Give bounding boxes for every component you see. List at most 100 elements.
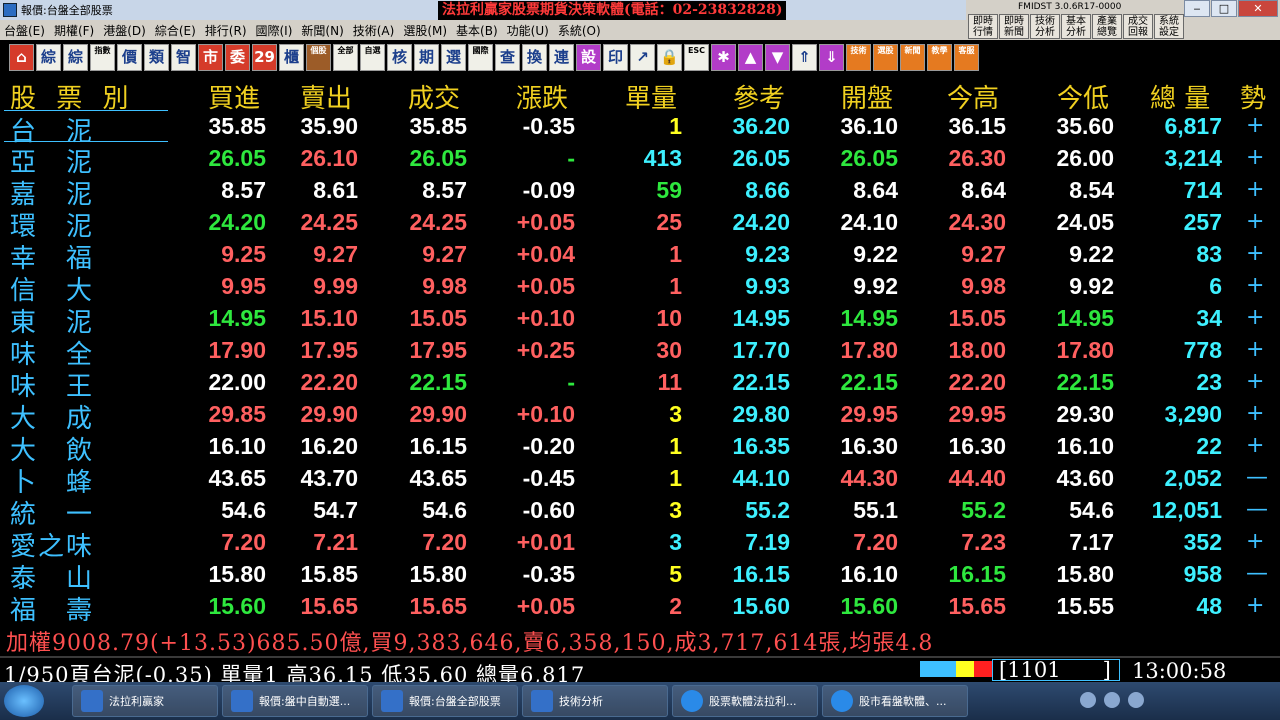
close-button[interactable]: ✕: [1238, 0, 1278, 17]
cell-open: 44.30: [840, 465, 898, 491]
page-down-icon[interactable]: ⇓: [819, 43, 844, 71]
taskbar-item[interactable]: 股票軟體法拉利...: [672, 685, 818, 717]
menu-item[interactable]: 功能(U): [507, 22, 549, 39]
cell-buy: 54.6: [221, 497, 266, 523]
cell-deal: 16.15: [409, 433, 467, 459]
up-arrow-icon[interactable]: ▲: [738, 43, 763, 71]
cell-low: 15.80: [1056, 561, 1114, 587]
table-row[interactable]: 東 泥 14.95 15.10 15.05 +0.10 10 14.95 14.95 15.05…: [0, 302, 1280, 338]
overview-icon[interactable]: 綜: [36, 43, 61, 71]
technical-icon[interactable]: 技術: [846, 43, 871, 71]
table-row[interactable]: 愛之味 7.20 7.21 7.20 +0.01 3 7.19 7.20 7.23 7.17 352…: [0, 526, 1280, 562]
maximize-button[interactable]: □: [1211, 0, 1237, 17]
quick-button[interactable]: 產業總覽: [1092, 14, 1122, 39]
query-icon[interactable]: 查: [495, 43, 520, 71]
cell-open: 7.20: [853, 529, 898, 555]
table-row[interactable]: 信 大 9.95 9.99 9.98 +0.05 1 9.93 9.92 9.98 9.92 6 +: [0, 270, 1280, 306]
support-icon[interactable]: 客服: [954, 43, 979, 71]
otc-icon[interactable]: 櫃: [279, 43, 304, 71]
menu-item[interactable]: 台盤(E): [4, 22, 45, 39]
menu-item[interactable]: 綜合(E): [155, 22, 196, 39]
stock-icon[interactable]: 個股: [306, 43, 331, 71]
table-row[interactable]: 台 泥 35.85 35.90 35.85 -0.35 1 36.20 36.10 36.15 3…: [0, 110, 1280, 147]
menu-item[interactable]: 港盤(D): [103, 22, 146, 39]
quick-button[interactable]: 技術分析: [1030, 14, 1060, 39]
order-icon[interactable]: 委: [225, 43, 250, 71]
home-icon[interactable]: ⌂: [9, 43, 34, 71]
quick-button[interactable]: 系統設定: [1154, 14, 1184, 39]
table-row[interactable]: 亞 泥 26.05 26.10 26.05-413 26.05 26.05 26.30 26.…: [0, 142, 1280, 178]
menu-item[interactable]: 新聞(N): [301, 22, 343, 39]
stock-name[interactable]: 台 泥: [4, 110, 168, 147]
table-row[interactable]: 大 成 29.85 29.90 29.90 +0.10 3 29.80 29.95 29.95 2…: [0, 398, 1280, 434]
print-icon[interactable]: 印: [603, 43, 628, 71]
menu-item[interactable]: 系統(O): [558, 22, 601, 39]
quick-button[interactable]: 即時行情: [968, 14, 998, 39]
stock-code-input[interactable]: [1101 ]: [992, 659, 1120, 681]
quick-button[interactable]: 即時新聞: [999, 14, 1029, 39]
menu-item[interactable]: 技術(A): [353, 22, 395, 39]
cell-high: 22.20: [948, 369, 1006, 395]
asterisk-icon[interactable]: ✱: [711, 43, 736, 71]
options-icon[interactable]: 選: [441, 43, 466, 71]
link-icon[interactable]: 連: [549, 43, 574, 71]
table-row[interactable]: 卜 蜂 43.65 43.70 43.65 -0.45 1 44.10 44.30 44.40 4…: [0, 462, 1280, 498]
table-row[interactable]: 嘉 泥 8.57 8.61 8.57 -0.09 59 8.66 8.64 8.64 8.54 71…: [0, 174, 1280, 210]
all-icon[interactable]: 全部: [333, 43, 358, 71]
settings-icon[interactable]: 設定: [576, 43, 601, 71]
taskbar-item[interactable]: 報價:台盤全部股票: [372, 685, 518, 717]
taskbar-item[interactable]: 技術分析: [522, 685, 668, 717]
tutorial-icon[interactable]: 教學: [927, 43, 952, 71]
menu-item[interactable]: 期權(F): [54, 22, 94, 39]
start-button[interactable]: [4, 685, 44, 717]
screen-icon[interactable]: 選股: [873, 43, 898, 71]
menu-item[interactable]: 國際(I): [256, 22, 293, 39]
index-icon[interactable]: 指數: [90, 43, 115, 71]
menu-item[interactable]: 排行(R): [205, 22, 247, 39]
stock-name[interactable]: 福 壽: [10, 590, 174, 627]
volume-icon[interactable]: [1128, 692, 1144, 708]
market-icon[interactable]: 市: [198, 43, 223, 71]
quick-button[interactable]: 成交回報: [1123, 14, 1153, 39]
cell-chg: -: [567, 145, 575, 171]
table-row[interactable]: 味 全 17.90 17.95 17.95 +0.25 30 17.70 17.80 18.00…: [0, 334, 1280, 370]
page-up-icon[interactable]: ⇑: [792, 43, 817, 71]
table-row[interactable]: 環 泥 24.20 24.25 24.25 +0.05 25 24.20 24.10 24.30…: [0, 206, 1280, 242]
taskbar-item[interactable]: 法拉利贏家: [72, 685, 218, 717]
table-row[interactable]: 泰 山 15.80 15.85 15.80 -0.35 5 16.15 16.10 16.15 1…: [0, 558, 1280, 594]
cell-buy: 17.90: [208, 337, 266, 363]
network-icon[interactable]: [1104, 692, 1120, 708]
core-icon[interactable]: 核: [387, 43, 412, 71]
news-icon[interactable]: 新聞: [900, 43, 925, 71]
global-icon[interactable]: 國際: [468, 43, 493, 71]
overview2-icon[interactable]: 綜: [63, 43, 88, 71]
down-arrow-icon[interactable]: ▼: [765, 43, 790, 71]
menu-item[interactable]: 選股(M): [403, 22, 447, 39]
futures-icon[interactable]: 期: [414, 43, 439, 71]
category-icon[interactable]: 類: [144, 43, 169, 71]
watchlist-icon[interactable]: 自選: [360, 43, 385, 71]
menu-item[interactable]: 基本(B): [456, 22, 498, 39]
table-row[interactable]: 大 飲 16.10 16.20 16.15 -0.20 1 16.35 16.30 16.30 1…: [0, 430, 1280, 466]
table-row[interactable]: 統 一 54.6 54.7 54.6 -0.60 3 55.2 55.1 55.2 54.6 12,…: [0, 494, 1280, 530]
cell-deal: 22.15: [409, 369, 467, 395]
switch-icon[interactable]: 換: [522, 43, 547, 71]
quick-button[interactable]: 基本分析: [1061, 14, 1091, 39]
export-icon[interactable]: ↗: [630, 43, 655, 71]
price-icon[interactable]: 價: [117, 43, 142, 71]
smart-icon[interactable]: 智: [171, 43, 196, 71]
lock-icon[interactable]: 🔒: [657, 43, 682, 71]
version-label: FMIDST 3.0.6R17-0000: [1018, 2, 1122, 12]
table-row[interactable]: 幸 福 9.25 9.27 9.27 +0.04 1 9.23 9.22 9.27 9.22 83 +: [0, 238, 1280, 274]
cell-low: 24.05: [1056, 209, 1114, 235]
minimize-button[interactable]: ‒: [1184, 0, 1210, 17]
table-row[interactable]: 味 王 22.00 22.20 22.15-11 22.15 22.15 22.20 22.1…: [0, 366, 1280, 402]
number29-icon[interactable]: 29: [252, 43, 277, 71]
escape-icon[interactable]: ESC: [684, 43, 709, 71]
table-row[interactable]: 福 壽 15.60 15.65 15.65 +0.05 2 15.60 15.60 15.65 1…: [0, 590, 1280, 626]
trend-indicator: +: [1246, 401, 1265, 426]
taskbar-item[interactable]: 報價:盤中自動選...: [222, 685, 368, 717]
taskbar-item[interactable]: 股市看盤軟體、...: [822, 685, 968, 717]
cell-vol: 10: [656, 305, 682, 331]
help-icon[interactable]: [1080, 692, 1096, 708]
